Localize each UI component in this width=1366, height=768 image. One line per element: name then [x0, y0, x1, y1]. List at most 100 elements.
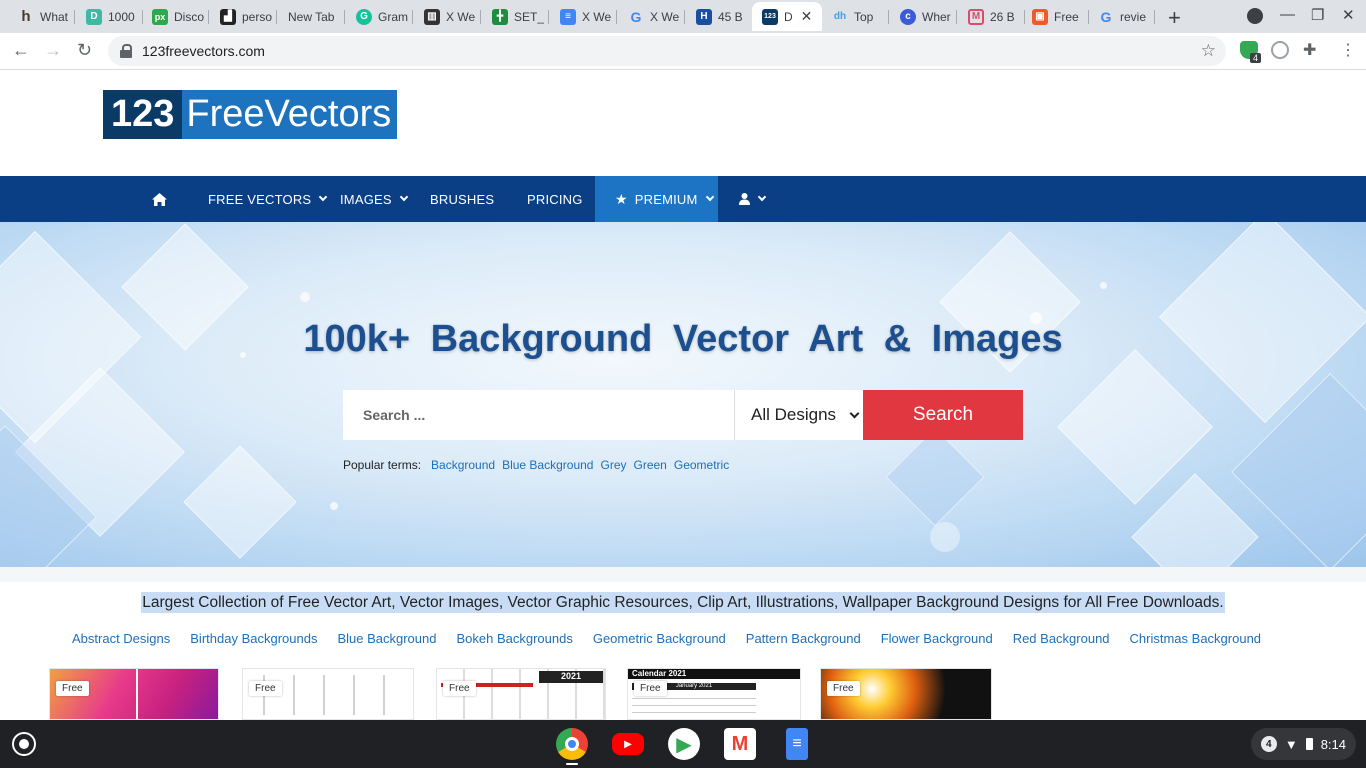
tab-free[interactable]: ▣ Free: [1022, 2, 1089, 31]
youtube-icon[interactable]: ▶: [612, 733, 644, 755]
tab-discover[interactable]: px Disco: [142, 2, 209, 31]
thumbnail-fire[interactable]: Free: [820, 668, 992, 720]
tab-grammarly[interactable]: G Gram: [346, 2, 413, 31]
px-icon: px: [152, 8, 168, 25]
popular-term-link[interactable]: Blue Background: [502, 458, 593, 472]
nav-home[interactable]: [152, 176, 167, 222]
docs-icon[interactable]: ≡: [786, 728, 808, 760]
launcher-icon[interactable]: [12, 732, 36, 756]
tab-title: Free: [1054, 9, 1079, 24]
d-icon: D: [86, 8, 102, 25]
nav-images[interactable]: IMAGES: [340, 176, 409, 222]
tab-whats[interactable]: h What: [8, 2, 75, 31]
tab-title: X We: [582, 9, 612, 24]
menu-kebab-icon[interactable]: ⋮: [1340, 40, 1356, 60]
chrome-icon[interactable]: [556, 728, 588, 760]
minimize-icon[interactable]: —: [1280, 6, 1295, 23]
bookmark-star-icon[interactable]: ☆: [1201, 41, 1216, 61]
nav-premium[interactable]: ★ PREMIUM: [595, 176, 718, 222]
reload-icon[interactable]: ↻: [77, 40, 92, 61]
thumbnail-calendar-red[interactable]: 2021 Free: [436, 668, 606, 720]
tab-top[interactable]: dh Top: [822, 2, 889, 31]
active-app-indicator: [566, 763, 578, 765]
tab-title: 1000: [108, 9, 135, 24]
play-store-icon[interactable]: ▶: [668, 728, 700, 760]
thumbnail-calendar-black[interactable]: Calendar 2021 January 2021 Free: [627, 668, 801, 720]
tab-1000[interactable]: D 1000: [76, 2, 143, 31]
tab-set[interactable]: ╋ SET_: [482, 2, 549, 31]
puzzle-extensions-icon[interactable]: ✚: [1303, 40, 1316, 60]
popular-term-link[interactable]: Background: [431, 458, 495, 472]
thumbnail-ornaments[interactable]: Free: [242, 668, 414, 720]
close-window-icon[interactable]: ✕: [1342, 6, 1355, 24]
dh-icon: dh: [833, 11, 847, 22]
system-tray[interactable]: 4 ▼ 8:14: [1250, 728, 1356, 760]
tab-45-best[interactable]: H 45 B: [686, 2, 753, 31]
nav-pricing[interactable]: PRICING: [527, 176, 583, 222]
tab-search-icon[interactable]: [1247, 8, 1263, 24]
tab-x-web-2[interactable]: ≡ X We: [550, 2, 617, 31]
select-value: All Designs: [751, 405, 837, 424]
tab-x-web-1[interactable]: ▥ X We: [414, 2, 481, 31]
decor-bokeh: [330, 502, 338, 510]
back-icon[interactable]: ←: [12, 40, 30, 61]
maximize-icon[interactable]: ❐: [1311, 6, 1324, 24]
category-link[interactable]: Geometric Background: [593, 631, 726, 646]
clock-time: 8:14: [1320, 736, 1346, 752]
tab-new-tab[interactable]: New Tab: [278, 2, 345, 31]
category-link[interactable]: Flower Background: [881, 631, 993, 646]
site-logo[interactable]: 123 FreeVectors: [103, 90, 398, 139]
tab-title: X We: [446, 9, 476, 24]
address-bar[interactable]: 123freevectors.com ☆: [108, 36, 1226, 66]
c-icon: c: [900, 8, 916, 25]
category-link[interactable]: Abstract Designs: [72, 631, 170, 646]
browser-toolbar: ← → ↻ 123freevectors.com ☆ 4 ✚ ⋮: [0, 33, 1366, 70]
search-input[interactable]: [343, 390, 734, 440]
popular-term-link[interactable]: Geometric: [674, 458, 729, 472]
url-text: 123freevectors.com: [142, 43, 265, 59]
search-button[interactable]: Search: [863, 390, 1023, 440]
category-link[interactable]: Red Background: [1013, 631, 1110, 646]
nav-free-vectors[interactable]: FREE VECTORS: [208, 176, 328, 222]
popular-term-link[interactable]: Grey: [600, 458, 626, 472]
free-badge: Free: [249, 681, 282, 696]
nav-label: FREE VECTORS: [208, 191, 312, 207]
free-badge: Free: [634, 681, 667, 696]
category-link[interactable]: Bokeh Backgrounds: [456, 631, 572, 646]
tab-title: X We: [650, 9, 680, 24]
tab-x-web-3[interactable]: G X We: [618, 2, 685, 31]
design-type-select[interactable]: All Designs: [734, 390, 864, 440]
notification-count: 4: [1260, 736, 1277, 752]
nav-brushes[interactable]: BRUSHES: [430, 176, 494, 222]
grammarly-icon: G: [356, 8, 372, 25]
decor-diamond: [885, 427, 985, 527]
thumbnail-world-map[interactable]: Free: [49, 668, 219, 720]
tab-title: revie: [1120, 9, 1147, 24]
tab-personal[interactable]: ▟ perso: [210, 2, 277, 31]
gmail-icon[interactable]: M: [724, 728, 756, 760]
forward-icon[interactable]: →: [44, 40, 62, 61]
close-tab-icon[interactable]: ✕: [801, 8, 813, 25]
category-link[interactable]: Birthday Backgrounds: [190, 631, 317, 646]
tab-123freevectors-active[interactable]: 123 D ✕: [752, 2, 822, 31]
m-icon: M: [968, 8, 984, 25]
tab-26-best[interactable]: M 26 B: [958, 2, 1025, 31]
chevron-down-icon: [399, 192, 409, 202]
123-icon: 123: [762, 8, 778, 25]
user-icon: [739, 193, 750, 205]
tab-review[interactable]: G revie: [1088, 2, 1155, 31]
category-link[interactable]: Christmas Background: [1130, 631, 1262, 646]
globe-extension-icon[interactable]: [1271, 41, 1289, 59]
tab-strip: h What D 1000 px Disco ▟ perso New Tab G…: [0, 0, 1366, 33]
logo-number: 123: [103, 90, 183, 139]
category-link[interactable]: Pattern Background: [746, 631, 861, 646]
site-header: 123 FreeVectors: [0, 70, 1366, 176]
tab-where[interactable]: c Wher: [890, 2, 957, 31]
tab-title: What: [40, 9, 69, 24]
pixel-icon: ▟: [220, 8, 236, 25]
category-link[interactable]: Blue Background: [337, 631, 436, 646]
new-tab-icon[interactable]: +: [1168, 5, 1181, 31]
nav-account[interactable]: [739, 176, 767, 222]
h-icon: H: [696, 8, 712, 25]
popular-term-link[interactable]: Green: [634, 458, 667, 472]
